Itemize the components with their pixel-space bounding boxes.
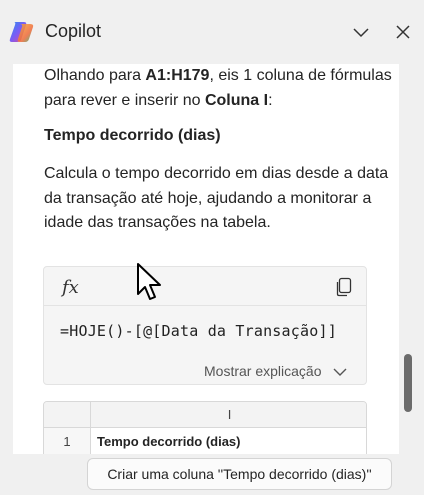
column-header: I	[91, 402, 366, 428]
table-cell: Tempo decorrido (dias)	[97, 434, 241, 449]
formula-card: fx =HOJE()-[@[Data da Transação]] Mostra…	[43, 266, 367, 385]
section-title: Tempo decorrido (dias)	[44, 127, 221, 144]
fx-icon: fx	[62, 277, 79, 298]
formula-description: Calcula o tempo decorrido em dias desde …	[44, 165, 389, 231]
intro-text: Olhando para A1:H179, eis 1 coluna de fó…	[44, 64, 394, 113]
app-title: Copilot	[45, 21, 102, 41]
show-explanation-button[interactable]: Mostrar explicação	[204, 363, 347, 379]
intro-column: Coluna I	[204, 91, 269, 109]
preview-table: I 1 Tempo decorrido (dias)	[43, 401, 367, 454]
mouse-pointer-icon	[137, 263, 161, 300]
intro-prefix: Olhando para	[44, 67, 146, 84]
chat-message-panel: Olhando para A1:H179, eis 1 coluna de fó…	[13, 64, 399, 454]
close-icon[interactable]	[394, 23, 412, 41]
row-header: 1	[44, 428, 91, 454]
chevron-down-icon[interactable]	[352, 23, 370, 41]
intro-range: A1:H179	[145, 67, 210, 84]
create-column-suggestion-button[interactable]: Criar uma coluna ''Tempo decorrido (dias…	[87, 458, 392, 490]
copy-icon[interactable]	[335, 277, 353, 297]
intro-suffix: :	[268, 91, 273, 109]
card-divider	[44, 305, 366, 306]
formula-text: =HOJE()-[@[Data da Transação]]	[60, 322, 337, 340]
table-corner	[44, 402, 91, 428]
copilot-logo-icon	[9, 22, 34, 42]
scrollbar-thumb[interactable]	[404, 354, 412, 412]
show-explanation-label: Mostrar explicação	[204, 363, 322, 379]
copilot-header: Copilot	[0, 0, 424, 64]
chevron-down-icon	[333, 368, 347, 377]
